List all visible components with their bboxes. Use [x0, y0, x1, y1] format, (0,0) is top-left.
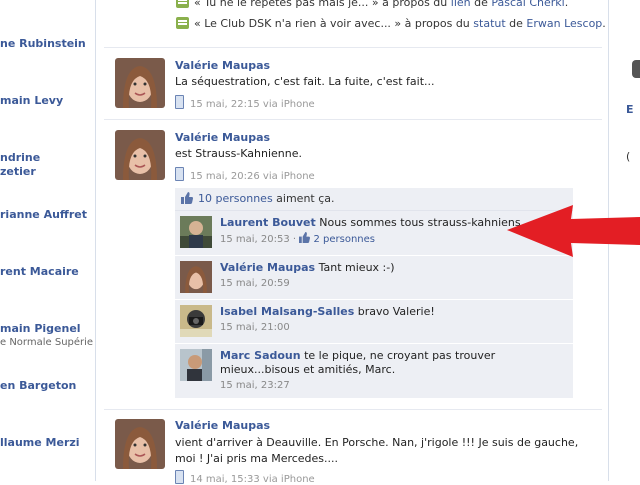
red-arrow-annotation [507, 205, 640, 257]
friend-name[interactable]: llaume Merzi [0, 436, 94, 450]
story-timestamp[interactable]: 15 mai, 22:15 [190, 99, 260, 110]
activity-text: de [505, 17, 527, 30]
likes-text: aiment ça. [272, 192, 335, 205]
divider [104, 47, 602, 48]
comment-timestamp: 15 mai, 21:00 [220, 322, 290, 333]
friend-name[interactable]: en Bargeton [0, 379, 94, 393]
story-via: via iPhone [262, 474, 315, 485]
comment-author-link[interactable]: Valérie Maupas [220, 261, 315, 274]
friend-name-line2: zetier [0, 165, 36, 178]
commenter-avatar[interactable] [180, 261, 212, 293]
activity-person-link[interactable]: Pascal Cherki [491, 0, 564, 9]
activity-text: . [564, 0, 569, 9]
activity-person-link[interactable]: Erwan Lescop [526, 17, 602, 30]
story-author-link[interactable]: Valérie Maupas [175, 59, 270, 72]
friend-name[interactable]: rent Macaire [0, 265, 94, 279]
story-via: via iPhone [262, 99, 315, 110]
friend-name[interactable]: ndrine zetier [0, 151, 94, 179]
story-meta: 15 mai, 20:26 via iPhone [175, 167, 315, 182]
avatar[interactable] [115, 130, 165, 180]
like-thumb-icon [181, 192, 193, 204]
activity-link[interactable]: statut [473, 17, 505, 30]
comment-text: Nous sommes tous strauss-kahniens. [319, 216, 525, 229]
phone-icon [175, 95, 184, 109]
commenter-avatar[interactable] [180, 216, 212, 248]
activity-text: « Le Club DSK n'a rien à voir avec... » … [194, 17, 474, 30]
likes-count-link[interactable]: 10 personnes [198, 192, 273, 205]
story-text: La séquestration, c'est fait. La fuite, … [175, 75, 435, 88]
activity-text: « Tu ne le répètes pas mais je... » à pr… [194, 0, 451, 9]
commenter-avatar[interactable] [180, 349, 212, 381]
right-fragment: E [626, 103, 634, 116]
story-author-link[interactable]: Valérie Maupas [175, 419, 270, 432]
like-thumb-icon [299, 232, 311, 243]
comment-author-link[interactable]: Marc Sadoun [220, 349, 301, 362]
comment-author-link[interactable]: Isabel Malsang-Salles [220, 305, 354, 318]
friend-list-sidebar: ne Rubinstein main Levy ndrine zetier ri… [0, 0, 96, 481]
comment-icon [176, 17, 189, 29]
avatar[interactable] [115, 58, 165, 108]
story-text: est Strauss-Kahnienne. [175, 147, 303, 160]
comment-timestamp: 15 mai, 20:53 [220, 234, 290, 245]
comment-likes-link[interactable]: 2 personnes [313, 234, 375, 245]
comment: Isabel Malsang-Salles bravo Valerie! 15 … [175, 300, 573, 344]
friend-name[interactable]: main Levy [0, 94, 94, 108]
divider [104, 409, 602, 410]
divider [104, 119, 602, 120]
comment-text: Tant mieux :-) [318, 261, 395, 274]
comment: Marc Sadoun te le pique, ne croyant pas … [175, 344, 573, 399]
comment-timestamp: 15 mai, 23:27 [220, 380, 290, 391]
comment-author-link[interactable]: Laurent Bouvet [220, 216, 316, 229]
activity-item: « Le Club DSK n'a rien à voir avec... » … [176, 17, 606, 31]
friend-name-line1: ndrine [0, 151, 41, 164]
friend-name-text: main Pigenel [0, 322, 81, 335]
story-timestamp[interactable]: 15 mai, 20:26 [190, 171, 260, 182]
activity-text: de [470, 0, 492, 9]
story-text: vient d'arriver à Deauville. En Porsche.… [175, 436, 579, 465]
story-via: via iPhone [262, 171, 315, 182]
comment-text: bravo Valerie! [357, 305, 435, 318]
right-fragment: ( [626, 150, 631, 163]
phone-icon [175, 470, 184, 484]
friend-name[interactable]: main Pigenel e Normale Supérie [0, 322, 94, 350]
activity-text: . [602, 17, 606, 30]
avatar[interactable] [115, 419, 165, 469]
comment-icon [176, 0, 189, 8]
story-author-link[interactable]: Valérie Maupas [175, 131, 270, 144]
story-meta: 15 mai, 22:15 via iPhone [175, 95, 315, 110]
story-meta: 14 mai, 15:33 via iPhone [175, 470, 315, 485]
commenter-avatar[interactable] [180, 305, 212, 337]
phone-icon [175, 167, 184, 181]
friend-name[interactable]: rianne Auffret [0, 208, 94, 222]
activity-link[interactable]: lien [451, 0, 471, 9]
story-timestamp[interactable]: 14 mai, 15:33 [190, 474, 260, 485]
comment-timestamp: 15 mai, 20:59 [220, 278, 290, 289]
friend-name[interactable]: ne Rubinstein [0, 37, 94, 51]
right-avatar-fragment [632, 60, 640, 78]
activity-item: « Tu ne le répètes pas mais je... » à pr… [176, 0, 568, 10]
friend-school: e Normale Supérie [0, 337, 94, 348]
